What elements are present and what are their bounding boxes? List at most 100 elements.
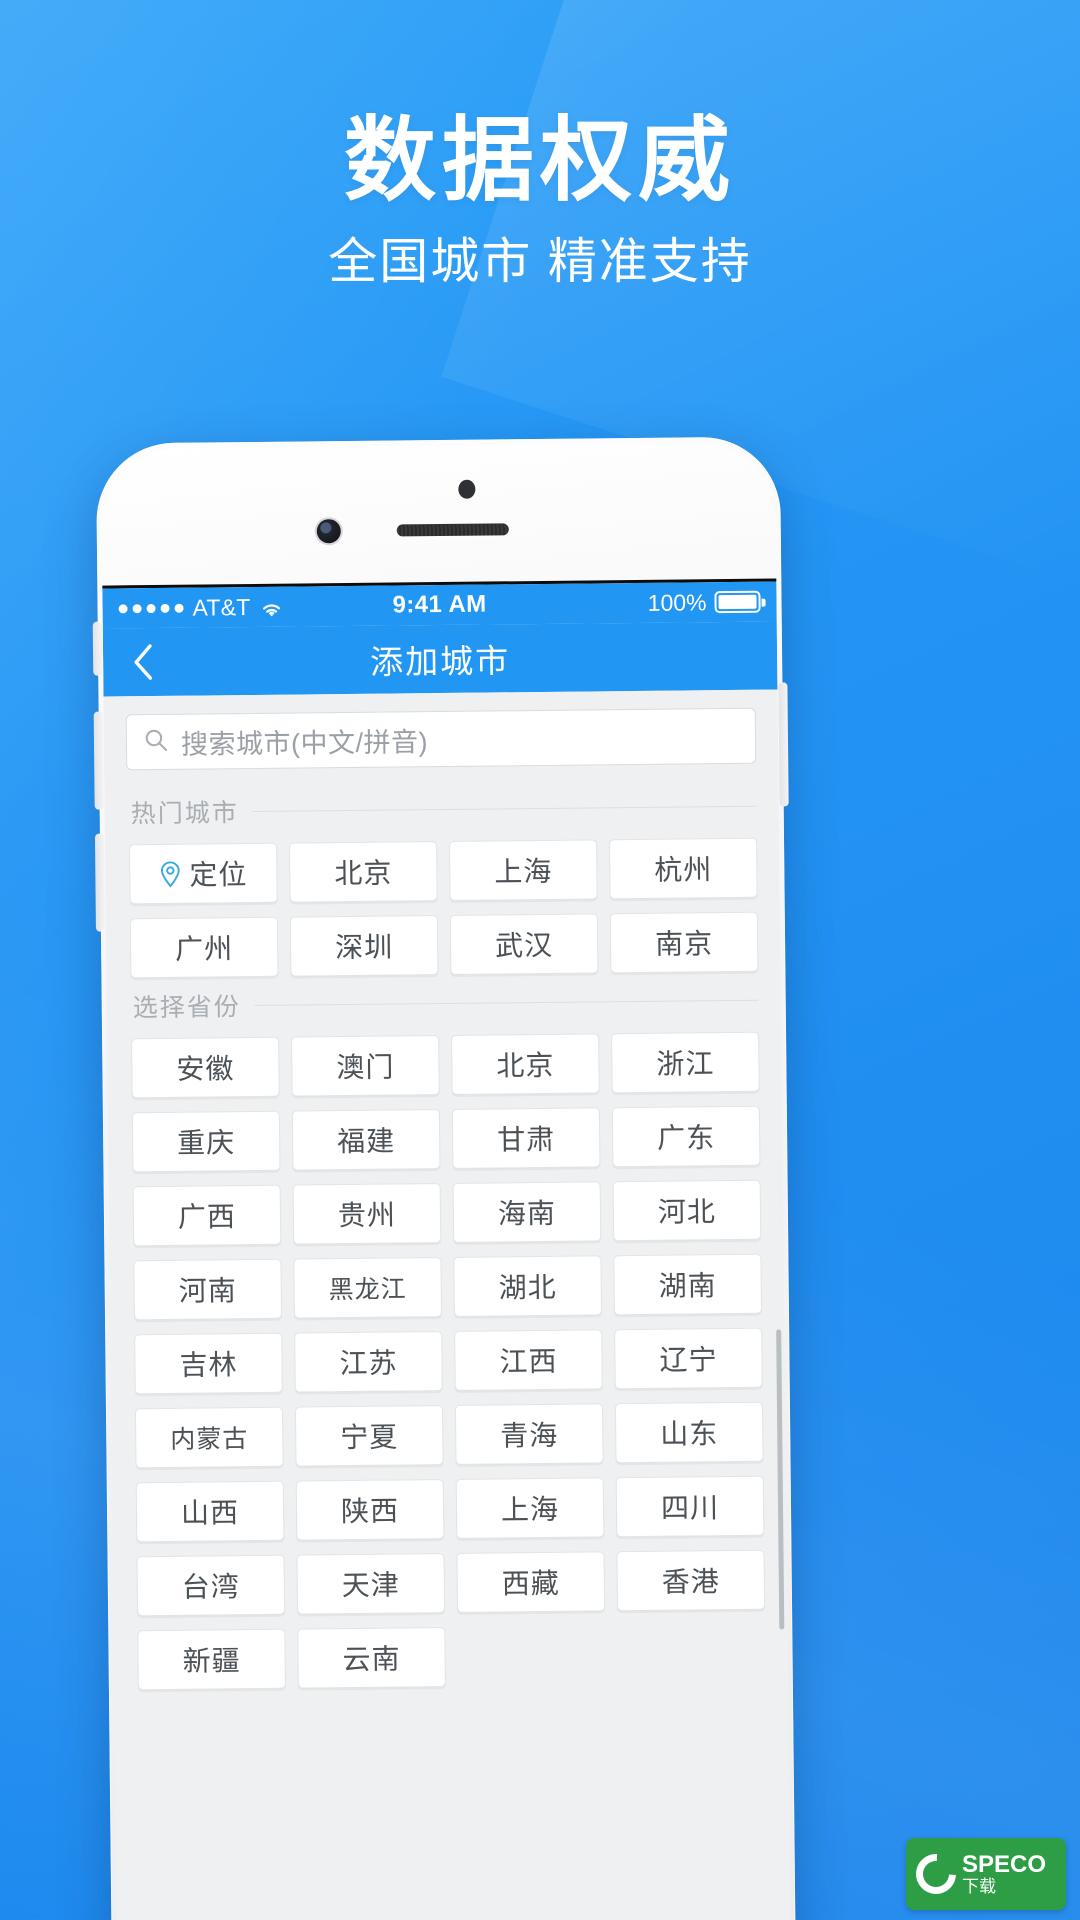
search-area: 搜索城市(中文/拼音) [103, 689, 778, 784]
power-button[interactable] [778, 682, 789, 807]
city-chip-label: 杭州 [654, 854, 713, 886]
province-chip-label: 北京 [496, 1049, 555, 1082]
province-chip[interactable]: 内蒙古 [134, 1406, 284, 1469]
watermark-label: SPECO 下载 [962, 1852, 1046, 1895]
section-divider [252, 805, 757, 812]
province-chip-label: 台湾 [181, 1571, 240, 1603]
search-input[interactable]: 搜索城市(中文/拼音) [125, 707, 757, 771]
province-chip[interactable]: 浙江 [611, 1031, 760, 1094]
province-chip-label: 香港 [661, 1566, 720, 1598]
province-chip-label: 西藏 [501, 1567, 560, 1600]
city-chip[interactable]: 北京 [289, 841, 438, 903]
front-camera [316, 519, 341, 544]
province-chip-label: 宁夏 [340, 1421, 399, 1454]
volume-up-button[interactable] [93, 711, 104, 810]
province-chip-label: 安徽 [176, 1053, 235, 1085]
city-chip[interactable]: 广州 [129, 916, 279, 979]
city-chip[interactable]: 杭州 [609, 837, 758, 900]
search-placeholder: 搜索城市(中文/拼音) [180, 726, 429, 760]
promo-block: 数据权威 全国城市 精准支持 [0, 110, 1080, 292]
province-chip-label: 甘肃 [496, 1123, 556, 1156]
province-chip-label: 辽宁 [659, 1344, 718, 1376]
province-chip[interactable]: 吉林 [134, 1332, 283, 1395]
status-bar: AT&T 9:41 AM 100% [102, 581, 777, 629]
province-chip-label: 浙江 [656, 1048, 715, 1080]
province-chip[interactable]: 江西 [454, 1329, 603, 1391]
province-chip-label: 江苏 [339, 1347, 398, 1380]
province-chip[interactable]: 黑龙江 [293, 1257, 443, 1319]
city-chip[interactable]: 南京 [609, 911, 759, 974]
province-chip[interactable]: 香港 [616, 1549, 766, 1612]
province-chip[interactable]: 西藏 [456, 1551, 606, 1613]
province-chip-label: 山西 [180, 1497, 240, 1529]
phone-mockup: AT&T 9:41 AM 100% 添加城市 搜索城市(中文/拼音) 热门城市 … [92, 436, 797, 1920]
watermark-badge: SPECO 下载 [906, 1838, 1066, 1910]
province-chip-label: 新疆 [182, 1645, 241, 1677]
section-header-provinces: 选择省份 [106, 971, 781, 1030]
province-chip[interactable]: 辽宁 [614, 1327, 763, 1390]
province-chip[interactable]: 山西 [135, 1480, 285, 1543]
province-chip[interactable]: 河南 [133, 1258, 283, 1321]
province-chip[interactable]: 台湾 [136, 1554, 286, 1617]
province-chip[interactable]: 北京 [451, 1033, 600, 1095]
province-chip-label: 湖北 [498, 1271, 557, 1304]
province-chip[interactable]: 福建 [291, 1109, 441, 1171]
province-chip[interactable]: 上海 [455, 1477, 605, 1539]
province-chip-label: 澳门 [336, 1051, 395, 1084]
section-label: 选择省份 [132, 993, 241, 1023]
province-chip[interactable]: 甘肃 [451, 1107, 601, 1169]
wifi-icon [259, 598, 283, 617]
proximity-sensor [458, 479, 476, 499]
city-chip-label: 北京 [334, 857, 393, 890]
province-chip[interactable]: 湖南 [613, 1253, 762, 1316]
city-chip[interactable]: 上海 [449, 839, 598, 901]
province-chip-label: 广东 [656, 1122, 716, 1154]
province-chip[interactable]: 贵州 [292, 1183, 442, 1245]
page-title: 数据权威 [343, 110, 736, 212]
nav-bar: 添加城市 [102, 621, 778, 697]
province-chip[interactable]: 江苏 [294, 1331, 443, 1393]
location-pin-icon [159, 860, 181, 888]
province-chip-label: 山东 [660, 1418, 719, 1450]
mute-switch[interactable] [92, 621, 103, 676]
province-chip[interactable]: 山东 [614, 1401, 764, 1464]
phone-screen: AT&T 9:41 AM 100% 添加城市 搜索城市(中文/拼音) 热门城市 … [102, 578, 792, 1920]
province-chip[interactable]: 重庆 [131, 1110, 281, 1173]
province-chip[interactable]: 广西 [132, 1184, 282, 1247]
section-header-hot-cities: 热门城市 [104, 777, 779, 836]
province-chip[interactable]: 青海 [454, 1403, 604, 1465]
province-chip[interactable]: 海南 [452, 1181, 602, 1243]
chevron-left-icon [134, 644, 153, 680]
province-chip-label: 重庆 [177, 1127, 236, 1159]
province-chip[interactable]: 陕西 [295, 1479, 445, 1541]
province-chip[interactable]: 河北 [612, 1179, 762, 1242]
province-chip[interactable]: 天津 [296, 1553, 446, 1615]
province-chip-label: 湖南 [658, 1270, 717, 1302]
province-chip[interactable]: 澳门 [291, 1035, 440, 1097]
province-grid: 安徽 澳门 北京 浙江重庆 福建 甘肃 广东广西 贵州 海南 河北河南 黑龙江 湖北 湖南吉林 江苏 江西 辽… [107, 1023, 788, 1691]
province-chip-label: 河北 [657, 1196, 717, 1228]
province-chip[interactable]: 湖北 [453, 1255, 603, 1317]
province-chip[interactable]: 云南 [297, 1627, 446, 1689]
search-icon [143, 726, 169, 757]
city-chip-locate[interactable]: 定位 [129, 842, 278, 905]
province-chip-label: 福建 [336, 1125, 396, 1158]
page-subtitle: 全国城市 精准支持 [328, 235, 752, 290]
watermark-sub: 下载 [962, 1876, 996, 1896]
battery-full-icon [714, 590, 761, 614]
province-chip[interactable]: 广东 [611, 1105, 761, 1168]
city-chip-label: 广州 [174, 933, 234, 965]
city-chip[interactable]: 武汉 [449, 913, 599, 975]
screen-title: 添加城市 [369, 642, 511, 681]
city-chip-label: 深圳 [334, 931, 394, 964]
province-chip-label: 江西 [499, 1345, 558, 1378]
volume-down-button[interactable] [94, 833, 105, 932]
province-chip[interactable]: 宁夏 [294, 1405, 444, 1467]
province-chip-label: 海南 [497, 1197, 557, 1230]
province-chip[interactable]: 新疆 [137, 1628, 286, 1691]
province-chip[interactable]: 安徽 [131, 1036, 280, 1099]
back-button[interactable] [119, 638, 168, 687]
city-chip[interactable]: 深圳 [289, 915, 439, 977]
province-chip[interactable]: 四川 [615, 1475, 765, 1538]
city-chip-label: 武汉 [494, 929, 554, 962]
